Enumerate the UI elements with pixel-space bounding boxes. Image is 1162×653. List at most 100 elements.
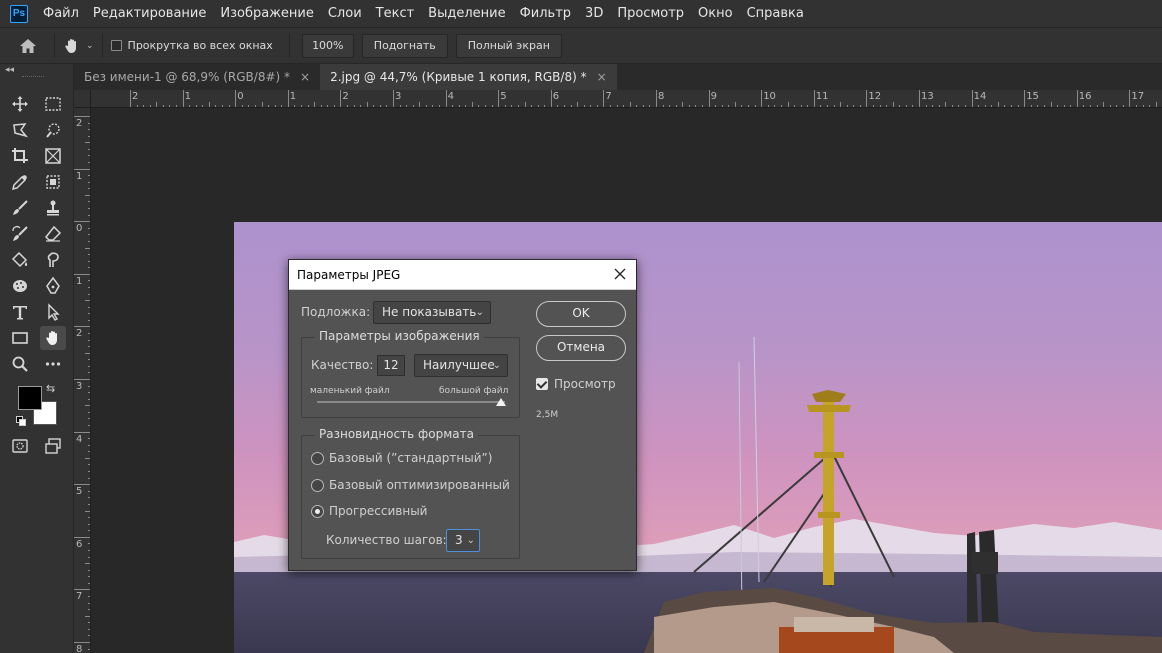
hand-tool-preset-icon[interactable]	[63, 36, 83, 56]
matte-value: Не показывать	[382, 305, 477, 319]
close-icon[interactable]	[613, 267, 627, 281]
close-icon[interactable]: ×	[597, 70, 607, 84]
foreground-color-swatch[interactable]	[18, 386, 42, 410]
ruler-minor-tick	[662, 105, 664, 107]
blur-sponge-tool-icon[interactable]	[7, 274, 33, 298]
ruler-major-tick	[287, 90, 289, 107]
ruler-minor-tick	[386, 105, 388, 107]
quality-slider-track[interactable]	[317, 401, 505, 403]
format-baseline-optimized-label[interactable]: Базовый оптимизированный	[329, 478, 510, 492]
ruler-minor-tick	[721, 105, 723, 107]
quick-mask-icon[interactable]	[7, 434, 33, 458]
fill-screen-button[interactable]: Полный экран	[455, 33, 562, 58]
collapse-icon[interactable]: ◂◂	[5, 65, 14, 75]
ruler-major-tick	[393, 90, 394, 107]
tab-document-2[interactable]: 2.jpg @ 44,7% (Кривые 1 копия, RGB/8) * …	[320, 64, 617, 90]
chevron-down-icon[interactable]: ⌄	[86, 41, 94, 51]
zoom-100-button[interactable]: 100%	[301, 33, 354, 58]
scroll-all-windows-checkbox[interactable]	[110, 40, 122, 51]
home-icon[interactable]	[18, 36, 38, 56]
ruler-label: 2	[342, 91, 349, 102]
menu-help[interactable]: Справка	[740, 0, 811, 27]
ruler-minor-tick	[485, 105, 487, 107]
path-selection-tool-icon[interactable]	[40, 300, 66, 324]
ruler-minor-tick	[85, 615, 90, 617]
fit-screen-button[interactable]: Подогнать	[361, 33, 448, 58]
swap-colors-icon[interactable]: ⇆	[46, 382, 55, 395]
eraser-tool-icon[interactable]	[40, 222, 66, 246]
ruler-minor-tick	[85, 457, 90, 459]
menu-edit[interactable]: Редактирование	[86, 0, 213, 27]
marquee-tool-icon[interactable]	[40, 92, 66, 116]
history-brush-tool-icon[interactable]	[7, 222, 33, 246]
menu-filter[interactable]: Фильтр	[513, 0, 578, 27]
smudge-tool-icon[interactable]	[40, 248, 66, 272]
ruler-minor-tick	[1070, 105, 1072, 107]
ruler-minor-tick	[715, 105, 717, 107]
ruler-minor-tick	[189, 105, 191, 107]
screen-mode-icon[interactable]	[40, 434, 66, 458]
ruler-minor-tick	[88, 359, 90, 361]
menu-image[interactable]: Изображение	[213, 0, 320, 27]
preview-label[interactable]: Просмотр	[554, 377, 616, 391]
rectangle-tool-icon[interactable]	[7, 326, 33, 350]
ruler-minor-tick	[899, 105, 901, 107]
matte-dropdown[interactable]: Не показывать ⌄	[373, 301, 491, 324]
ruler-minor-tick	[88, 595, 90, 597]
quality-preset-dropdown[interactable]: Наилучшее ⌄	[414, 354, 508, 377]
menu-view[interactable]: Просмотр	[610, 0, 691, 27]
scans-dropdown[interactable]: 3 ⌄	[446, 529, 480, 552]
more-tools-icon[interactable]	[40, 352, 66, 376]
close-icon[interactable]: ×	[300, 70, 310, 84]
menu-type[interactable]: Текст	[369, 0, 422, 27]
crop-tool-icon[interactable]	[7, 144, 33, 168]
ok-button[interactable]: OK	[536, 301, 626, 327]
ruler-minor-tick	[504, 105, 506, 107]
hand-tool-icon[interactable]	[40, 326, 66, 350]
frame-tool-icon[interactable]	[40, 144, 66, 168]
format-progressive-label[interactable]: Прогрессивный	[329, 504, 427, 518]
lasso-tool-icon[interactable]	[7, 118, 33, 142]
radio-baseline-optimized[interactable]	[311, 479, 324, 492]
clone-stamp-tool-icon[interactable]	[40, 196, 66, 220]
menu-bar: Ps Файл Редактирование Изображение Слои …	[0, 0, 1162, 27]
ruler-major-tick	[74, 221, 90, 223]
quality-input[interactable]: 12	[377, 355, 405, 376]
tab-document-1[interactable]: Без имени-1 @ 68,9% (RGB/8#) * ×	[74, 64, 320, 90]
dialog-titlebar[interactable]: Параметры JPEG	[289, 260, 636, 290]
quality-slider-thumb[interactable]	[496, 398, 506, 406]
preview-checkbox[interactable]	[536, 378, 548, 390]
ruler-minor-tick	[379, 105, 381, 107]
ruler-minor-tick	[202, 105, 204, 107]
radio-progressive[interactable]	[311, 505, 324, 518]
move-tool-icon[interactable]	[7, 92, 33, 116]
eyedropper-tool-icon[interactable]	[7, 170, 33, 194]
ruler-minor-tick	[88, 254, 90, 256]
format-baseline-standard-label[interactable]: Базовый (”стандартный”)	[329, 451, 492, 465]
paint-bucket-tool-icon[interactable]	[7, 248, 33, 272]
radio-baseline-standard[interactable]	[311, 452, 324, 465]
photoshop-logo[interactable]: Ps	[10, 4, 28, 23]
ruler-minor-tick	[88, 556, 90, 558]
zoom-tool-icon[interactable]	[7, 352, 33, 376]
menu-file[interactable]: Файл	[36, 0, 86, 27]
object-selection-tool-icon[interactable]	[40, 170, 66, 194]
panel-grip[interactable]	[22, 76, 44, 78]
ruler-minor-tick	[590, 105, 592, 107]
cancel-button[interactable]: Отмена	[536, 335, 626, 361]
chevron-down-icon: ⌄	[466, 535, 475, 546]
ruler-minor-tick	[85, 142, 90, 144]
ruler-minor-tick	[1043, 105, 1045, 107]
menu-layer[interactable]: Слои	[321, 0, 369, 27]
ruler-label: 4	[447, 91, 454, 102]
default-colors-icon[interactable]	[16, 416, 26, 426]
menu-select[interactable]: Выделение	[421, 0, 512, 27]
menu-3d[interactable]: 3D	[578, 0, 610, 27]
ruler-major-tick	[1076, 90, 1078, 107]
pen-tool-icon[interactable]	[40, 274, 66, 298]
type-tool-icon[interactable]	[7, 300, 33, 324]
quick-selection-tool-icon[interactable]	[40, 118, 66, 142]
ruler-label: 0	[76, 223, 83, 235]
menu-window[interactable]: Окно	[691, 0, 740, 27]
brush-tool-icon[interactable]	[7, 196, 33, 220]
